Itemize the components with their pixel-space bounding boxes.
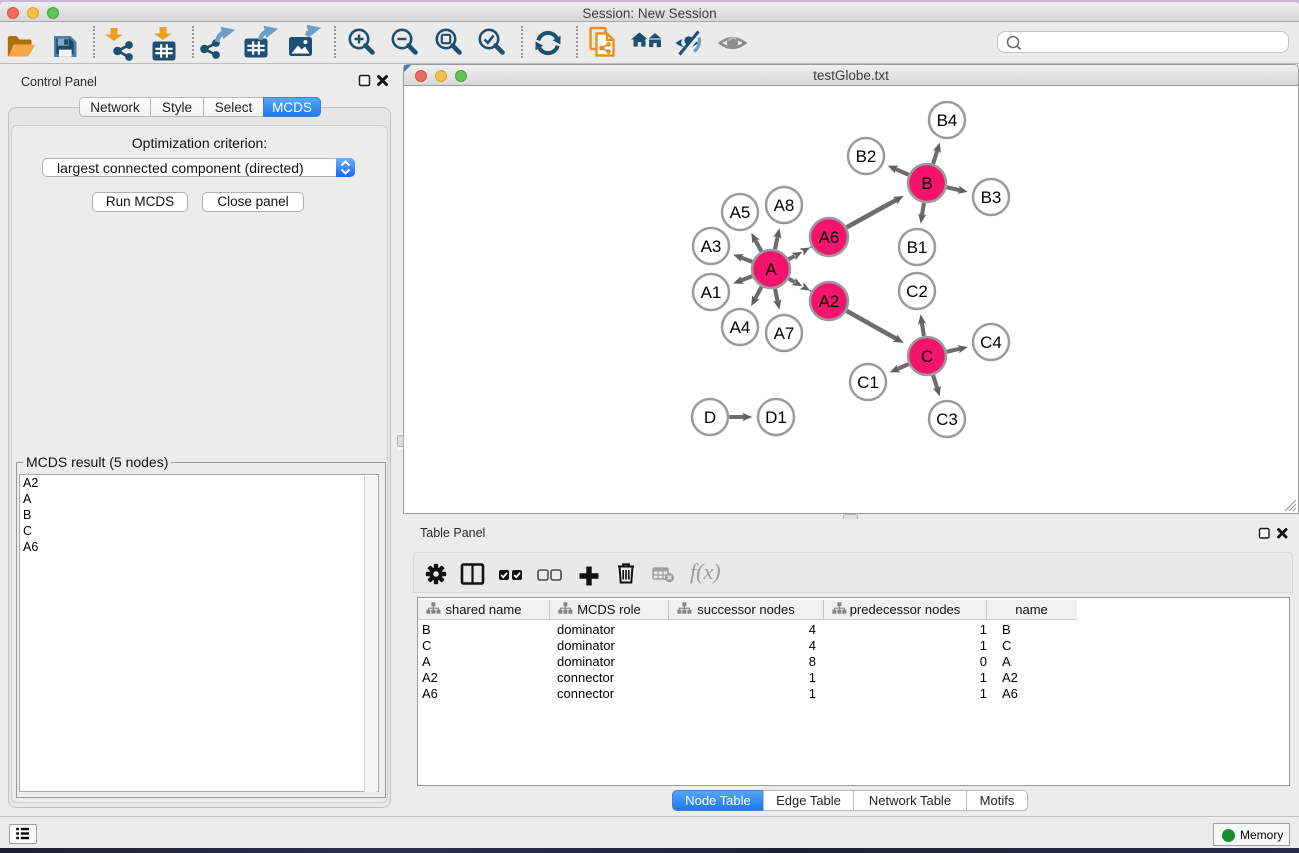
svg-text:A7: A7 [774, 324, 795, 343]
svg-text:B: B [921, 174, 932, 193]
svg-text:D1: D1 [765, 408, 787, 427]
svg-text:B4: B4 [937, 111, 958, 130]
svg-text:A8: A8 [774, 196, 795, 215]
svg-text:A4: A4 [730, 318, 751, 337]
svg-text:B3: B3 [981, 188, 1002, 207]
svg-text:A: A [765, 260, 777, 279]
svg-text:A2: A2 [819, 292, 840, 311]
svg-text:C3: C3 [936, 410, 958, 429]
svg-text:C1: C1 [857, 373, 879, 392]
svg-text:A1: A1 [701, 283, 722, 302]
svg-text:A5: A5 [730, 203, 751, 222]
svg-text:C2: C2 [906, 282, 928, 301]
svg-text:C4: C4 [980, 333, 1002, 352]
svg-text:B2: B2 [856, 147, 877, 166]
svg-text:A3: A3 [701, 237, 722, 256]
svg-text:A6: A6 [819, 228, 840, 247]
svg-text:C: C [921, 347, 933, 366]
svg-text:D: D [704, 408, 716, 427]
svg-text:B1: B1 [907, 238, 928, 257]
